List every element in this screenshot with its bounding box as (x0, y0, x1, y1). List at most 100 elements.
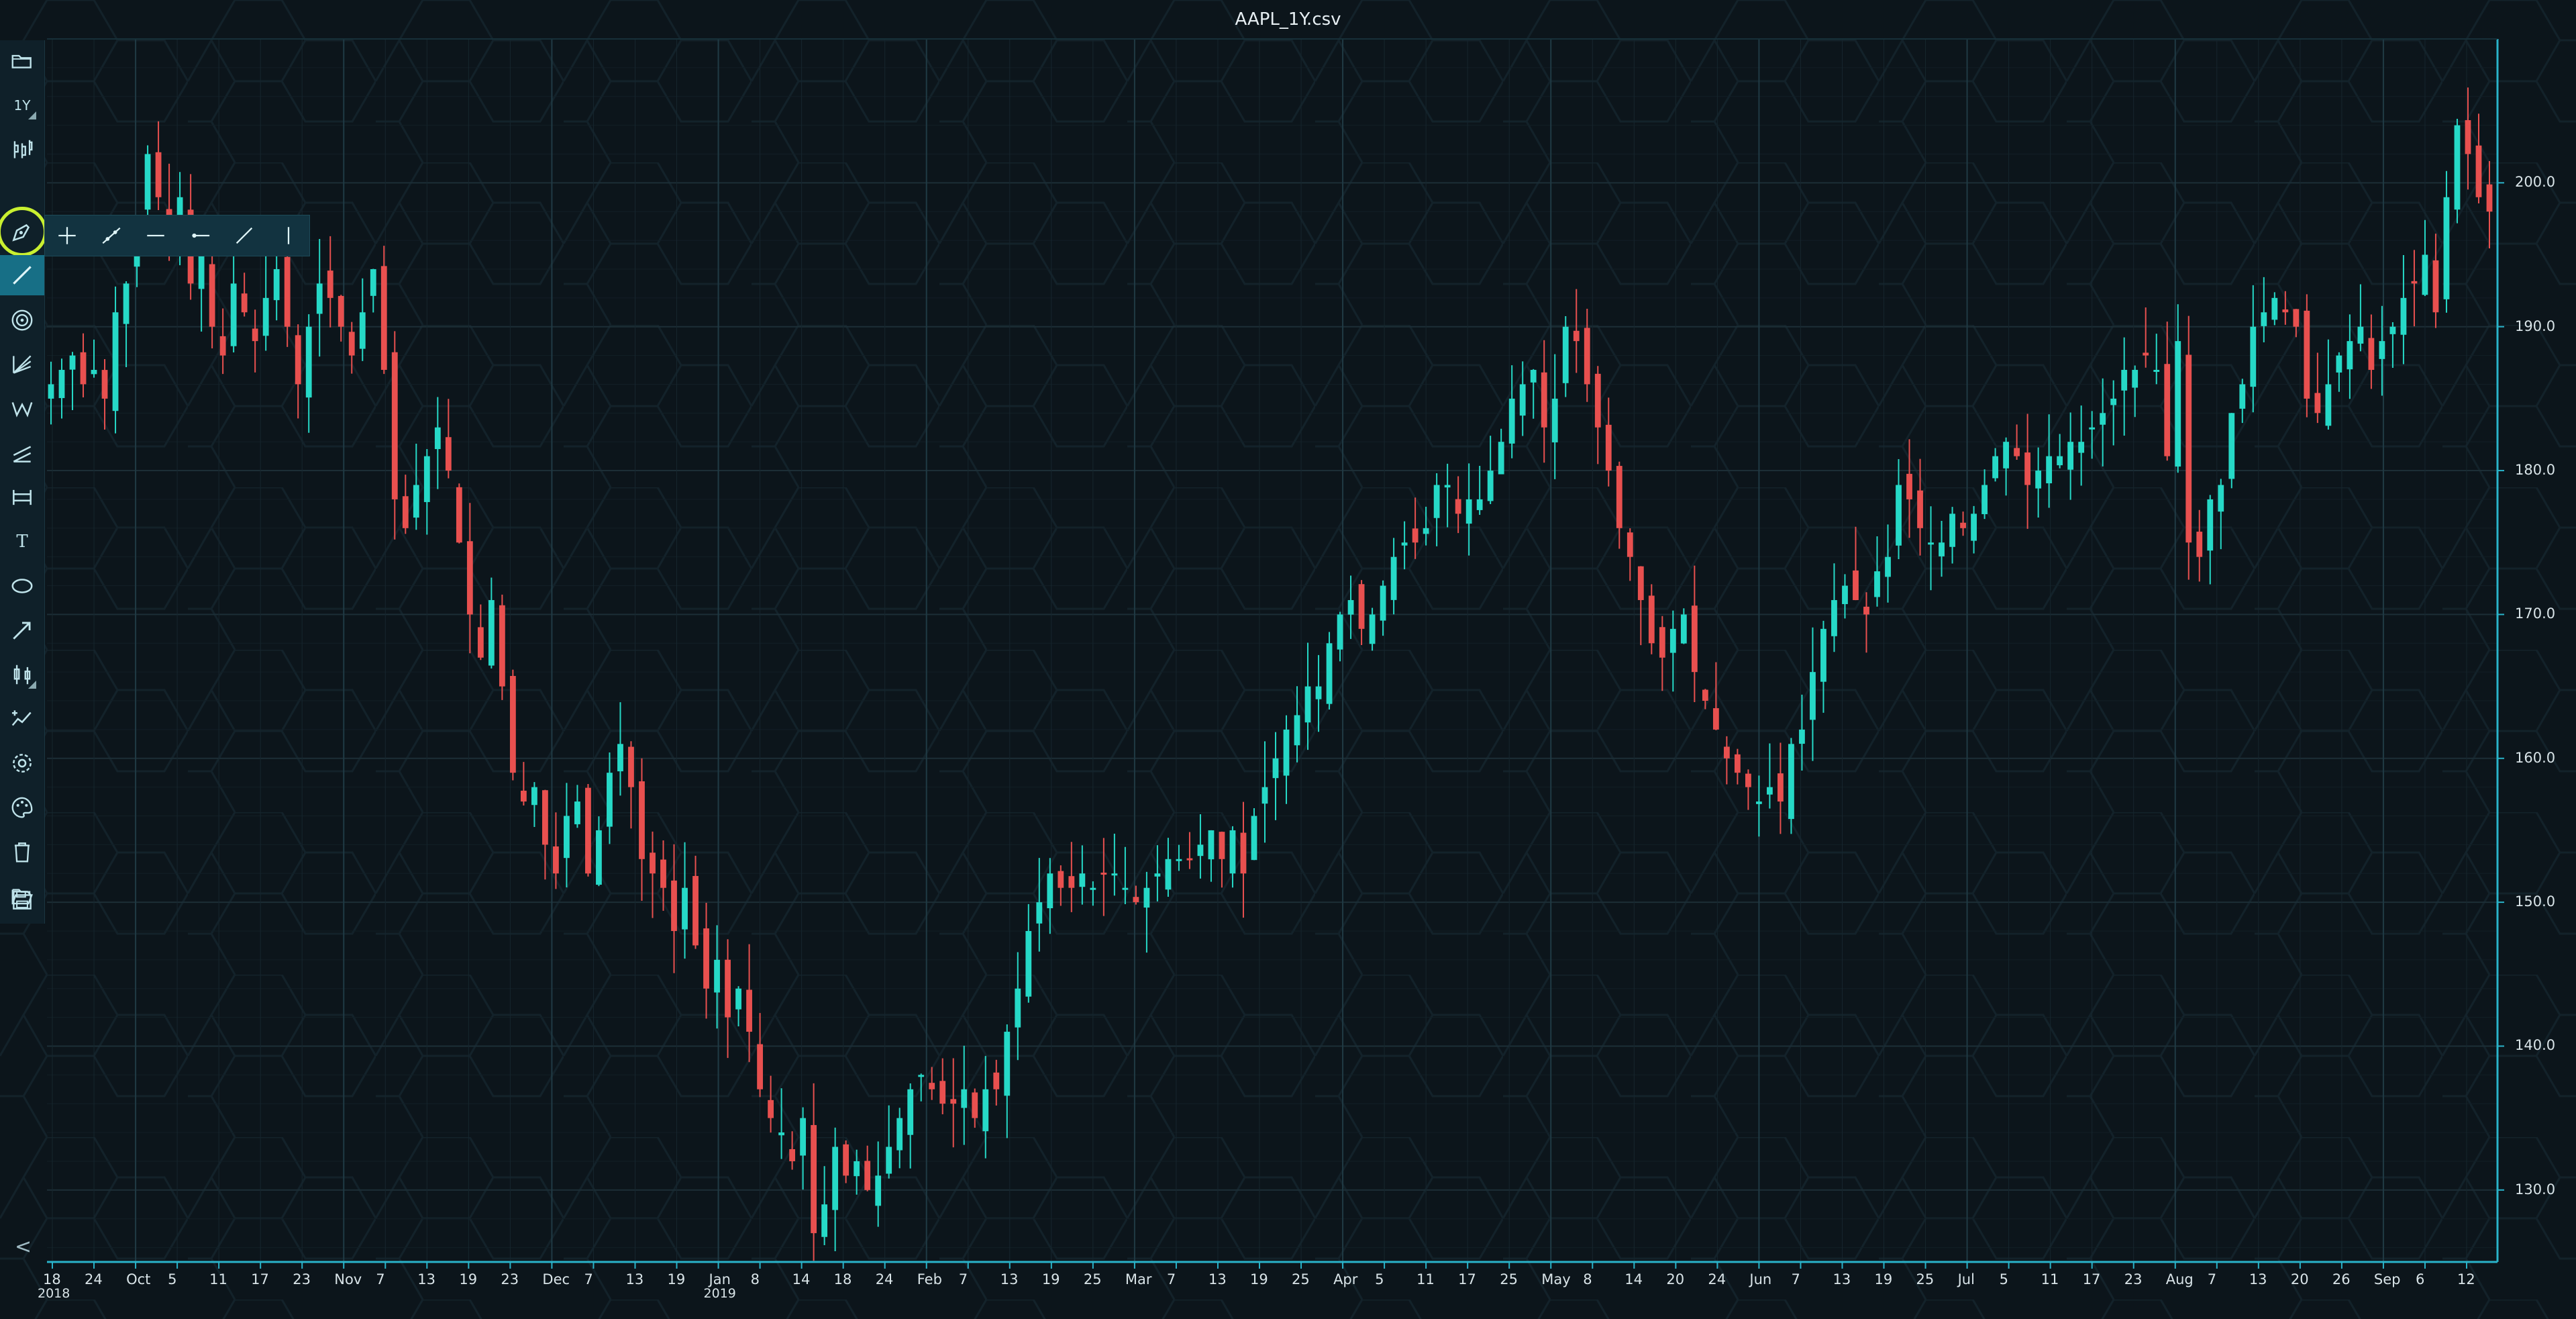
x-tick-label: Aug (2165, 1271, 2194, 1287)
candle-body (1928, 542, 1934, 545)
range-tool-icon[interactable] (4, 479, 40, 516)
indicators-icon[interactable] (4, 701, 40, 737)
candle-body (660, 859, 666, 888)
candle-body (2379, 341, 2385, 359)
candle-body (434, 427, 441, 450)
x-tick-label: 13 (417, 1271, 436, 1287)
x-tick-label: 19 (1041, 1271, 1060, 1287)
candle-body (1853, 570, 1859, 600)
arrow-tool-icon[interactable] (4, 612, 40, 648)
timeframe-button[interactable]: 1Y (4, 87, 40, 124)
candle-body (972, 1092, 978, 1118)
candle-body (531, 787, 537, 805)
candle-body (144, 154, 151, 210)
collapse-toolbar-button[interactable]: < (15, 1235, 32, 1259)
candle-body (617, 744, 623, 772)
vertical-line-icon[interactable] (272, 221, 305, 250)
candle-body (466, 541, 473, 615)
y-tick-label: 180.0 (2515, 462, 2556, 479)
y-tick-label: 150.0 (2515, 893, 2556, 910)
candle-body (1820, 628, 1826, 682)
fan-tool-icon[interactable] (4, 346, 40, 383)
candle-body (982, 1089, 989, 1132)
ellipse-tool-icon[interactable] (4, 568, 40, 604)
line-tool-icon[interactable] (4, 257, 40, 293)
candle-body (746, 989, 752, 1032)
x-tick-label: 24 (1708, 1271, 1727, 1287)
palette-icon[interactable] (4, 789, 40, 826)
candle-body (800, 1118, 807, 1156)
candles-icon[interactable] (4, 656, 40, 693)
candle-body (520, 790, 527, 802)
candle-body (725, 959, 731, 1018)
candle-body (2475, 145, 2482, 197)
candle-body (1455, 499, 1461, 514)
y-tick-label: 200.0 (2515, 174, 2556, 191)
crosshair-icon[interactable] (50, 221, 84, 250)
candle-body (1294, 715, 1300, 746)
trash-icon[interactable] (4, 834, 40, 870)
x-tick-label: 19 (1874, 1271, 1893, 1287)
x-tick-label: 13 (1000, 1271, 1019, 1287)
x-tick-label: 13 (1208, 1271, 1227, 1287)
horizontal-line-icon[interactable] (139, 221, 172, 250)
candle-body (843, 1144, 849, 1176)
save-icon[interactable] (4, 882, 40, 918)
candle-body (682, 887, 688, 930)
candle-body (112, 312, 119, 411)
candle-body (58, 370, 65, 399)
candle-body (1755, 801, 1762, 804)
candle-body (1519, 384, 1526, 416)
drawing-tools-icon[interactable] (4, 213, 40, 250)
open-chart-icon[interactable] (4, 43, 40, 79)
candle-body (1219, 832, 1225, 859)
x-tick-label: 24 (875, 1271, 894, 1287)
candle-body (1734, 754, 1741, 773)
candle-body (2411, 281, 2418, 284)
price-chart[interactable] (0, 0, 2576, 1319)
candle-body (456, 487, 462, 543)
wave-tool-icon[interactable] (4, 391, 40, 427)
candle-body (789, 1149, 796, 1161)
candle-body (1648, 595, 1655, 644)
candle-body (735, 988, 741, 1010)
candle-body (2465, 120, 2471, 154)
candle-body (1637, 566, 1644, 600)
candle-body (2196, 532, 2203, 557)
candle-body (1508, 398, 1515, 444)
candle-body (273, 268, 280, 301)
candle-body (2400, 297, 2407, 335)
y-tick-label: 140.0 (2515, 1037, 2556, 1054)
candle-body (1702, 689, 1708, 701)
candle-body (1723, 746, 1730, 759)
candle-body (155, 152, 162, 197)
candle-body (2175, 341, 2181, 467)
channel-tool-icon[interactable] (4, 435, 40, 471)
candle-body (2271, 297, 2278, 320)
x-tick-label: 13 (2249, 1271, 2267, 1287)
x-tick-label: 8 (1583, 1271, 1592, 1287)
trend-line-icon[interactable] (227, 221, 261, 250)
candle-body (907, 1089, 914, 1135)
segment-icon[interactable] (95, 221, 128, 250)
candle-body (2003, 442, 2010, 469)
fib-circle-icon[interactable] (4, 302, 40, 338)
x-tick-label: 5 (168, 1271, 177, 1287)
x-tick-label: Mar (1125, 1271, 1152, 1287)
x-tick-label: Jun (1749, 1271, 1772, 1287)
text-tool-icon[interactable]: T (4, 524, 40, 560)
chart-type-icon[interactable] (4, 132, 40, 168)
x-tick-label: 23 (293, 1271, 311, 1287)
candle-body (1111, 873, 1118, 876)
candle-body (854, 1161, 860, 1177)
candle-body (1176, 859, 1182, 861)
candle-body (671, 880, 677, 931)
x-tick-label: 8 (750, 1271, 760, 1287)
candle-body (1390, 556, 1397, 600)
hex-background (0, 0, 2576, 1319)
candle-body (832, 1146, 839, 1210)
horizontal-ray-icon[interactable] (183, 221, 217, 250)
candle-body (1960, 522, 1966, 528)
settings-icon[interactable] (4, 745, 40, 781)
candle-body (703, 928, 709, 989)
